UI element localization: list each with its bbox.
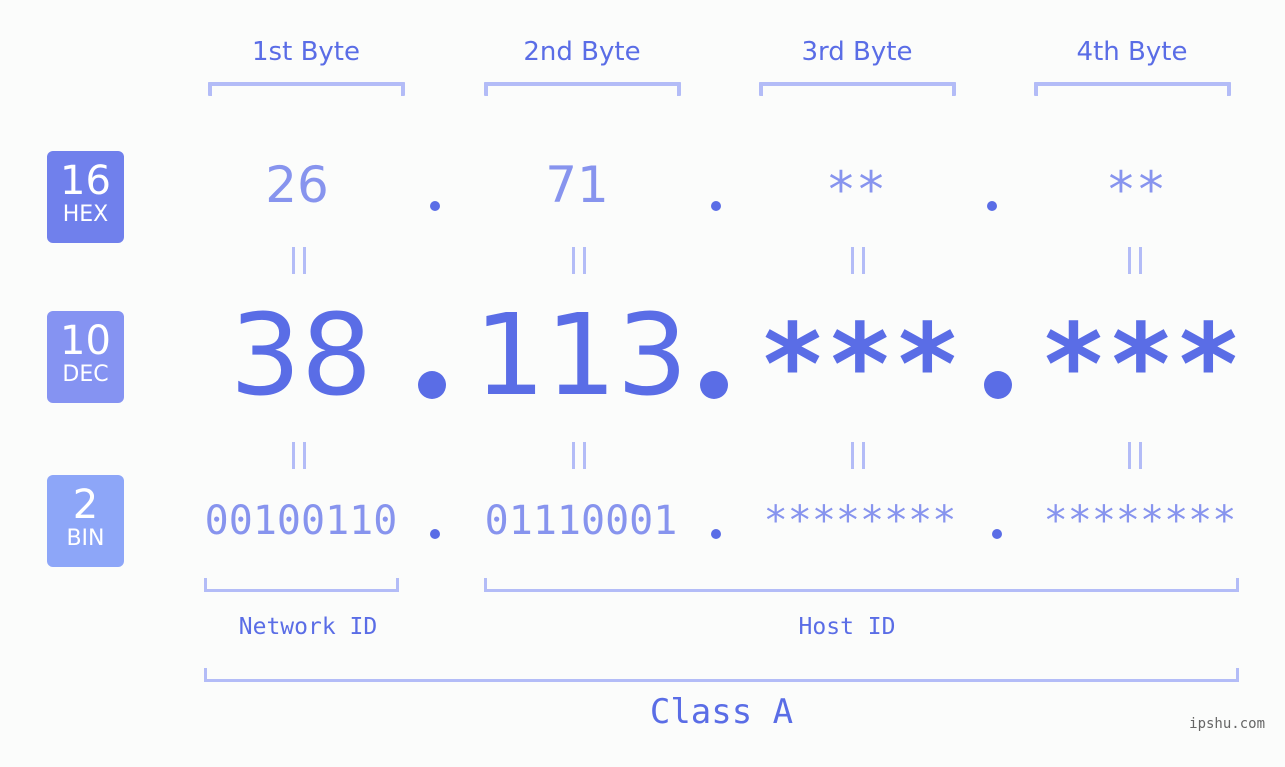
hex-octet-4: ** xyxy=(1105,161,1167,219)
network-id-bracket xyxy=(204,578,399,592)
hex-separator-1 xyxy=(430,201,440,211)
dec-octet-2: 113 xyxy=(474,291,688,421)
equals-icon xyxy=(851,442,867,470)
byte-bracket-4 xyxy=(1034,82,1231,96)
bin-octet-4: ******** xyxy=(1043,498,1237,544)
byte-header-2: 2nd Byte xyxy=(523,37,641,67)
equals-icon xyxy=(572,442,588,470)
hex-octet-1: 26 xyxy=(265,156,329,214)
class-bracket xyxy=(204,668,1239,682)
equals-icon xyxy=(1128,247,1144,275)
byte-header-3: 3rd Byte xyxy=(801,37,913,67)
bin-badge: 2 BIN xyxy=(47,475,124,567)
dec-octet-3: *** xyxy=(758,301,962,431)
byte-bracket-1 xyxy=(208,82,405,96)
hex-separator-2 xyxy=(711,201,721,211)
bin-separator-1 xyxy=(430,529,440,539)
byte-bracket-2 xyxy=(484,82,681,96)
dec-separator-2 xyxy=(700,371,728,399)
dec-separator-1 xyxy=(418,371,446,399)
bin-octet-1: 00100110 xyxy=(204,498,398,544)
host-id-bracket xyxy=(484,578,1239,592)
bin-octet-2: 01110001 xyxy=(484,498,678,544)
hex-octet-2: 71 xyxy=(545,156,609,214)
hex-badge: 16 HEX xyxy=(47,151,124,243)
class-label: Class A xyxy=(649,692,794,732)
bin-separator-2 xyxy=(711,529,721,539)
bin-octet-3: ******** xyxy=(763,498,957,544)
bin-badge-label: BIN xyxy=(66,526,105,551)
network-id-label: Network ID xyxy=(238,614,378,640)
dec-badge: 10 DEC xyxy=(47,311,124,403)
equals-icon xyxy=(1128,442,1144,470)
dec-octet-1: 38 xyxy=(229,291,373,421)
dec-badge-number: 10 xyxy=(60,318,111,364)
dec-octet-4: *** xyxy=(1039,301,1243,431)
hex-separator-3 xyxy=(987,201,997,211)
equals-icon xyxy=(851,247,867,275)
hex-badge-number: 16 xyxy=(60,158,111,204)
dec-badge-label: DEC xyxy=(62,362,109,387)
bin-badge-number: 2 xyxy=(72,482,99,528)
equals-icon xyxy=(292,442,308,470)
host-id-label: Host ID xyxy=(798,614,896,640)
equals-icon xyxy=(572,247,588,275)
equals-icon xyxy=(292,247,308,275)
watermark: ipshu.com xyxy=(1189,716,1265,732)
dec-separator-3 xyxy=(984,371,1012,399)
byte-header-4: 4th Byte xyxy=(1076,37,1188,67)
hex-badge-label: HEX xyxy=(62,202,109,227)
hex-octet-3: ** xyxy=(825,161,887,219)
bin-separator-3 xyxy=(992,529,1002,539)
byte-bracket-3 xyxy=(759,82,956,96)
byte-header-1: 1st Byte xyxy=(252,37,360,67)
